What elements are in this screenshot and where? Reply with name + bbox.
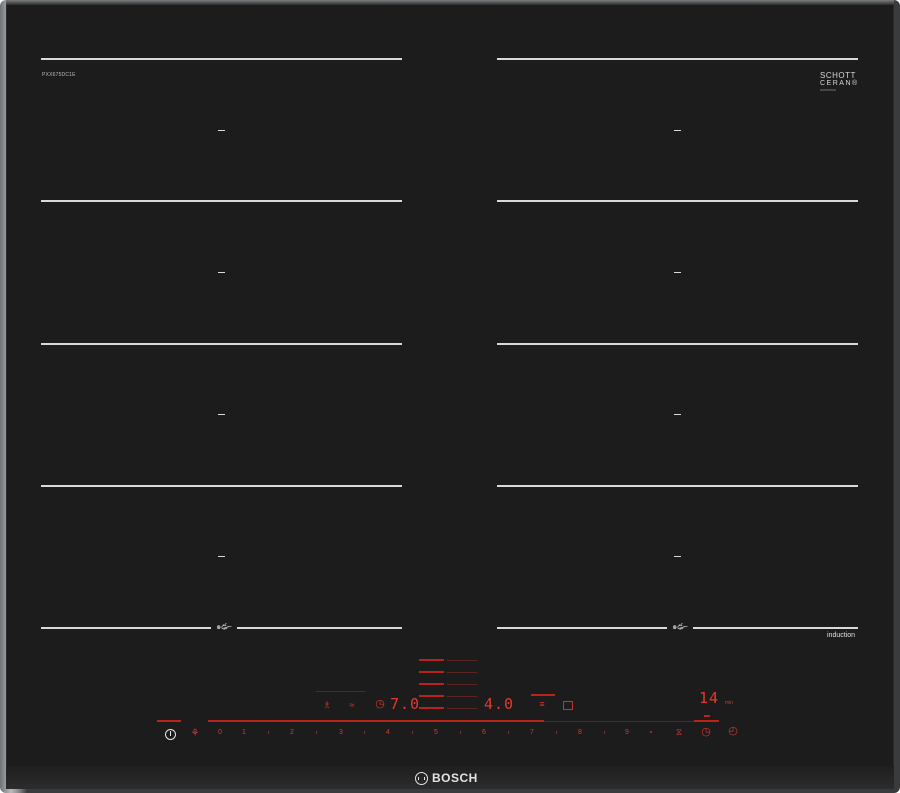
zone-mark-left-3 xyxy=(218,414,225,415)
scale-1[interactable]: 1 xyxy=(239,729,249,736)
scale-tick xyxy=(364,731,365,734)
power-slider-active[interactable] xyxy=(208,720,544,722)
scale-tick xyxy=(412,731,413,734)
bosch-logo: BOSCH xyxy=(415,771,478,785)
right-zone-divider-4 xyxy=(497,485,858,487)
right-zone-select-bar[interactable] xyxy=(531,694,555,696)
left-zone-divider-2 xyxy=(41,200,402,202)
left-zone-divider-1 xyxy=(41,58,402,60)
main-switch-bar xyxy=(157,720,181,722)
zone-mark-right-1 xyxy=(674,130,681,131)
level-bar-5-dim xyxy=(447,708,477,709)
zone-mark-left-1 xyxy=(218,130,225,131)
pan-icon[interactable]: ♗ xyxy=(321,701,333,710)
zone-mark-right-4 xyxy=(674,556,681,557)
schott-text: SCHOTT xyxy=(820,71,856,80)
right-power-display: 4.0 xyxy=(484,695,515,713)
scale-4[interactable]: 4 xyxy=(383,729,393,736)
timer-unit: min xyxy=(725,700,734,706)
power-slider-track[interactable] xyxy=(544,721,694,722)
level-bar-4-dim xyxy=(447,696,477,697)
child-lock-icon[interactable]: ⚘ xyxy=(187,729,203,739)
timer-display: 14 xyxy=(699,689,720,707)
zone-mark-left-2 xyxy=(218,272,225,273)
scale-5[interactable]: 5 xyxy=(431,729,441,736)
left-power-display: 7.0 xyxy=(390,695,421,713)
sensor-icon[interactable]: ⧖ xyxy=(674,728,684,737)
level-bar-1 xyxy=(419,659,444,661)
level-bar-2-dim xyxy=(447,672,477,673)
timer-select-bar xyxy=(694,720,719,722)
induction-label: induction xyxy=(827,632,856,639)
right-zone-divider-3 xyxy=(497,343,858,345)
left-zone-select-bar[interactable] xyxy=(316,691,366,692)
scale-tick xyxy=(268,731,269,734)
timer-icon-left[interactable]: ◷ xyxy=(374,699,386,710)
scale-7[interactable]: 7 xyxy=(527,729,537,736)
power-button[interactable] xyxy=(165,729,176,740)
level-bar-1-dim xyxy=(447,660,477,661)
zone-mark-left-4 xyxy=(218,556,225,557)
stopwatch-icon[interactable]: ◴ xyxy=(727,726,739,737)
scale-tick xyxy=(316,731,317,734)
schott-ceran-logo: SCHOTT CERAN® XXXXXXXX xyxy=(820,72,862,93)
flex-zone-icon-left: ๑ఢ⌐ xyxy=(211,623,237,632)
model-label: PXX675DC1E xyxy=(42,72,76,78)
menu-icon[interactable]: ≡ xyxy=(537,700,547,709)
scale-8[interactable]: 8 xyxy=(575,729,585,736)
scale-0[interactable]: 0 xyxy=(215,729,225,736)
zone-grid-icon[interactable] xyxy=(563,701,573,710)
scale-tick xyxy=(460,731,461,734)
level-bar-5 xyxy=(419,707,444,709)
zone-mark-right-2 xyxy=(674,272,681,273)
boost-icon[interactable]: ∘ xyxy=(644,728,658,737)
right-zone-divider-1 xyxy=(497,58,858,60)
flex-zone-icon-right: ๑ఢ⌐ xyxy=(667,623,693,632)
ceran-text: CERAN® xyxy=(820,80,859,87)
ceran-code: XXXXXXXX xyxy=(820,88,837,92)
scale-tick xyxy=(556,731,557,734)
left-zone-divider-4 xyxy=(41,485,402,487)
level-bar-2 xyxy=(419,671,444,673)
timer-cursor xyxy=(704,715,710,717)
left-zone-divider-3 xyxy=(41,343,402,345)
timer-icon[interactable]: ◷ xyxy=(700,727,712,738)
zone-mark-right-3 xyxy=(674,414,681,415)
bosch-armature-icon xyxy=(415,771,428,785)
scale-2[interactable]: 2 xyxy=(287,729,297,736)
bosch-wordmark: BOSCH xyxy=(432,771,478,785)
right-zone-divider-2 xyxy=(497,200,858,202)
level-bar-4 xyxy=(419,695,444,697)
scale-tick xyxy=(508,731,509,734)
scale-tick xyxy=(604,731,605,734)
level-bar-3-dim xyxy=(447,684,477,685)
steel-top-edge xyxy=(6,0,894,5)
scale-6[interactable]: 6 xyxy=(479,729,489,736)
level-bar-3 xyxy=(419,683,444,685)
frying-sensor-icon[interactable]: ≈ xyxy=(345,701,359,710)
scale-9[interactable]: 9 xyxy=(622,729,632,736)
scale-3[interactable]: 3 xyxy=(336,729,346,736)
